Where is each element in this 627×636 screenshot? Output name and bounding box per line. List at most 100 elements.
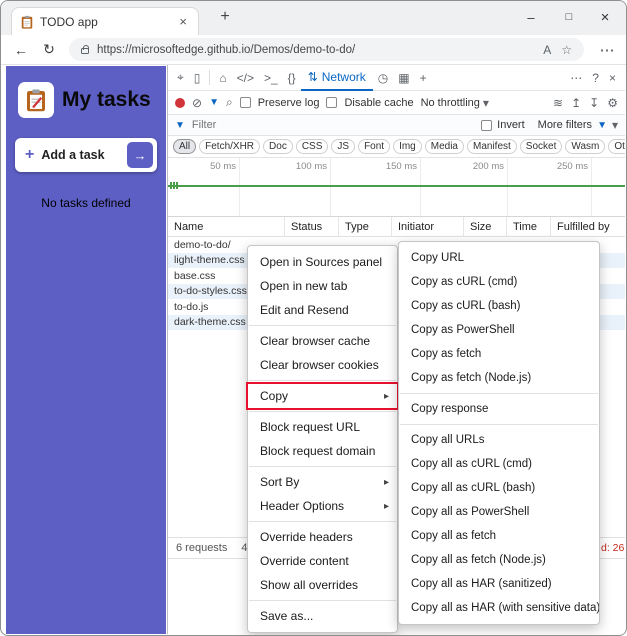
more-filters-label[interactable]: More filters — [538, 119, 592, 131]
filter-funnel-icon[interactable]: ▼ — [209, 97, 219, 108]
network-conditions-icon[interactable]: ≋ — [553, 96, 563, 110]
tab-elements-icon[interactable]: </> — [232, 71, 259, 85]
column-header-status[interactable]: Status — [285, 217, 339, 236]
submit-task-button[interactable]: → — [127, 142, 153, 168]
inspect-icon[interactable]: ⌖ — [172, 70, 189, 85]
submenu-item-copy-all-as-powershell[interactable]: Copy all as PowerShell — [399, 500, 599, 524]
filter-pill-wasm[interactable]: Wasm — [565, 139, 606, 154]
menu-item-open-in-new-tab[interactable]: Open in new tab — [248, 274, 397, 298]
devtools-close-icon[interactable]: × — [604, 71, 621, 85]
menu-item-clear-browser-cookies[interactable]: Clear browser cookies — [248, 353, 397, 377]
menu-item-sort-by[interactable]: Sort By ▸ — [248, 470, 397, 494]
disable-cache-label: Disable cache — [344, 96, 414, 109]
menu-item-block-request-domain[interactable]: Block request domain — [248, 439, 397, 463]
network-settings-gear-icon[interactable]: ⚙ — [607, 96, 618, 110]
preserve-log-checkbox[interactable] — [239, 97, 251, 108]
timeline-tick-label: 50 ms — [210, 161, 236, 172]
menu-item-override-headers[interactable]: Override headers — [248, 525, 397, 549]
minimize-button[interactable]: – — [512, 1, 550, 33]
submenu-item-copy-as-curl-cmd[interactable]: Copy as cURL (cmd) — [399, 270, 599, 294]
more-tools-icon[interactable]: + — [415, 71, 432, 85]
submenu-item-copy-all-as-curl-cmd[interactable]: Copy all as cURL (cmd) — [399, 452, 599, 476]
menu-item-show-all-overrides[interactable]: Show all overrides — [248, 573, 397, 597]
menu-item-copy[interactable]: Copy ▸ — [246, 382, 399, 410]
filter-pill-socket[interactable]: Socket — [519, 139, 563, 154]
maximize-button[interactable]: □ — [550, 1, 588, 33]
menu-item-block-request-url[interactable]: Block request URL — [248, 415, 397, 439]
submenu-item-copy-all-as-har-sensitive[interactable]: Copy all as HAR (with sensitive data) — [399, 596, 599, 620]
tab-performance-icon[interactable]: ◷ — [373, 71, 393, 85]
add-task-button[interactable]: + Add a task → — [15, 138, 157, 172]
preserve-log-label: Preserve log — [257, 96, 320, 109]
record-icon[interactable] — [175, 97, 185, 108]
refresh-icon[interactable]: ↻ — [35, 41, 63, 58]
search-icon[interactable]: ⌕ — [226, 95, 233, 110]
menu-item-open-in-sources[interactable]: Open in Sources panel — [248, 250, 397, 274]
devtools-more-icon[interactable]: ⋯ — [565, 71, 587, 85]
submenu-item-copy-as-curl-bash[interactable]: Copy as cURL (bash) — [399, 294, 599, 318]
filter-input[interactable] — [189, 118, 300, 132]
tab-sources-icon[interactable]: {} — [283, 71, 301, 85]
menu-item-clear-browser-cache[interactable]: Clear browser cache — [248, 329, 397, 353]
submenu-item-copy-all-as-fetch-nodejs[interactable]: Copy all as fetch (Node.js) — [399, 548, 599, 572]
filter-pill-other[interactable]: Other — [608, 139, 625, 154]
filter-pill-js[interactable]: JS — [331, 139, 356, 154]
menu-item-save-as[interactable]: Save as... — [248, 604, 397, 628]
column-header-type[interactable]: Type — [339, 217, 392, 236]
menu-item-override-content[interactable]: Override content — [248, 549, 397, 573]
request-name: base.css — [174, 269, 216, 282]
favorite-star-icon[interactable]: ☆ — [561, 43, 572, 57]
network-context-menu: Open in Sources panel Open in new tab Ed… — [246, 245, 399, 633]
tab-application-icon[interactable]: ▦ — [393, 71, 414, 85]
filter-pill-font[interactable]: Font — [358, 139, 391, 154]
submenu-item-copy-all-as-curl-bash[interactable]: Copy all as cURL (bash) — [399, 476, 599, 500]
filter-pill-media[interactable]: Media — [424, 139, 464, 154]
throttling-dropdown[interactable]: No throttling ▾ — [421, 96, 489, 110]
device-emulation-icon[interactable]: ▯ — [189, 71, 206, 85]
address-bar[interactable]: https://microsoftedge.github.io/Demos/de… — [69, 38, 584, 61]
window-close-button[interactable]: × — [586, 1, 624, 33]
tab-network[interactable]: ⇅ Network — [300, 65, 373, 91]
todo-favicon — [21, 15, 33, 29]
submenu-item-copy-as-fetch-nodejs[interactable]: Copy as fetch (Node.js) — [399, 366, 599, 390]
read-aloud-icon[interactable]: A — [543, 43, 551, 57]
column-header-time[interactable]: Time — [507, 217, 551, 236]
disable-cache-checkbox[interactable] — [326, 97, 338, 108]
submenu-item-copy-all-as-fetch[interactable]: Copy all as fetch — [399, 524, 599, 548]
devtools-help-icon[interactable]: ? — [587, 71, 604, 85]
more-filters-caret-icon[interactable]: ▾ — [612, 118, 618, 132]
browser-tab[interactable]: TODO app × — [11, 7, 199, 35]
submenu-item-copy-url[interactable]: Copy URL — [399, 246, 599, 270]
submenu-item-copy-all-as-har-sanitized[interactable]: Copy all as HAR (sanitized) — [399, 572, 599, 596]
timeline-tick-label: 100 ms — [295, 161, 327, 172]
submenu-item-copy-as-fetch[interactable]: Copy as fetch — [399, 342, 599, 366]
filter-pill-doc[interactable]: Doc — [263, 139, 293, 154]
clear-icon[interactable]: ⊘ — [192, 96, 202, 110]
filter-pill-fetch-xhr[interactable]: Fetch/XHR — [199, 139, 261, 154]
submenu-item-copy-all-urls[interactable]: Copy all URLs — [399, 428, 599, 452]
filter-pill-all[interactable]: All — [173, 139, 197, 154]
request-name: light-theme.css — [174, 254, 245, 267]
column-header-size[interactable]: Size — [464, 217, 507, 236]
back-icon[interactable]: ← — [7, 42, 35, 58]
column-header-fulfilled-by[interactable]: Fulfilled by — [551, 217, 625, 236]
tab-close-icon[interactable]: × — [176, 14, 190, 29]
filter-pill-manifest[interactable]: Manifest — [467, 139, 517, 154]
submenu-item-copy-response[interactable]: Copy response — [399, 397, 599, 421]
network-overview-timeline[interactable]: 50 ms 100 ms 150 ms 200 ms 250 ms — [168, 158, 625, 217]
browser-menu-icon[interactable]: ⋯ — [594, 41, 620, 59]
tab-welcome-icon[interactable]: ⌂ — [214, 71, 231, 85]
new-tab-button[interactable]: + — [213, 8, 237, 30]
column-header-initiator[interactable]: Initiator — [392, 217, 464, 236]
filter-pill-css[interactable]: CSS — [295, 139, 329, 154]
column-header-name[interactable]: Name — [168, 217, 285, 236]
menu-item-edit-and-resend[interactable]: Edit and Resend — [248, 298, 397, 322]
menu-item-header-options[interactable]: Header Options ▸ — [248, 494, 397, 518]
url-text[interactable]: https://microsoftedge.github.io/Demos/de… — [97, 44, 533, 56]
filter-pill-img[interactable]: Img — [393, 139, 422, 154]
tab-console-icon[interactable]: >_ — [259, 71, 283, 85]
export-har-icon[interactable]: ↥ — [571, 96, 581, 110]
submenu-item-copy-as-powershell[interactable]: Copy as PowerShell — [399, 318, 599, 342]
import-har-icon[interactable]: ↧ — [589, 96, 599, 110]
invert-checkbox[interactable] — [481, 119, 493, 131]
